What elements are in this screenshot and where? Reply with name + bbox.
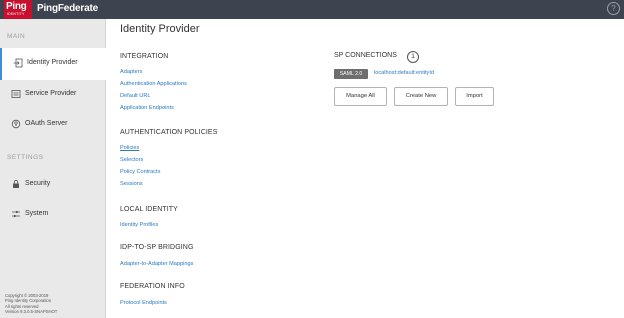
sidebar-item-label: System <box>25 210 49 217</box>
import-button[interactable]: Import <box>455 87 494 106</box>
link-adapters[interactable]: Adapters <box>120 69 142 75</box>
link-default-url[interactable]: Default URL <box>120 93 150 99</box>
link-policy-contracts[interactable]: Policy Contracts <box>120 169 160 175</box>
help-icon[interactable]: ? <box>607 2 620 15</box>
protocol-badge: SAML 2.0 <box>334 69 368 79</box>
sidebar-section-settings: SETTINGS <box>7 154 44 161</box>
logo-sub-text: IDENTITY <box>7 12 25 16</box>
sp-connections-count-badge: 1 <box>407 51 419 63</box>
manage-all-button[interactable]: Manage All <box>334 87 387 106</box>
link-identity-profiles[interactable]: Identity Profiles <box>120 222 158 228</box>
create-new-button[interactable]: Create New <box>394 87 448 106</box>
sliders-icon <box>12 211 20 217</box>
product-name: PingFederate <box>37 3 98 14</box>
copyright-notice: Copyright © 2003-2019 Ping Identity Corp… <box>5 293 57 314</box>
sidebar-item-oauth-server[interactable]: OAuth Server <box>0 110 105 138</box>
identity-provider-icon <box>13 58 23 68</box>
sidebar-item-label: OAuth Server <box>25 120 68 127</box>
main-content: Identity Provider INTEGRATION Adapters A… <box>106 19 624 318</box>
sidebar-section-main: MAIN <box>7 33 26 40</box>
sidebar-item-system[interactable]: System <box>0 200 105 228</box>
page-title: Identity Provider <box>120 23 200 35</box>
section-heading-authentication-policies: AUTHENTICATION POLICIES <box>120 129 218 136</box>
top-bar: Ping IDENTITY PingFederate ? <box>0 0 624 19</box>
sidebar-item-label: Security <box>25 180 51 187</box>
section-heading-integration: INTEGRATION <box>120 53 169 60</box>
sidebar: MAIN Identity Provider Service Provider … <box>0 19 106 318</box>
oauth-icon <box>11 119 21 129</box>
sidebar-item-identity-provider[interactable]: Identity Provider <box>0 48 106 80</box>
sidebar-item-label: Service Provider <box>25 90 77 97</box>
link-selectors[interactable]: Selectors <box>120 157 143 163</box>
sp-connection-entity-link[interactable]: localhost:default:entityId <box>374 70 434 76</box>
version-line: Version 9.3.0.5-SNAPSHOT <box>5 308 58 314</box>
link-sessions[interactable]: Sessions <box>120 181 143 187</box>
app-window: Ping IDENTITY PingFederate ? MAIN Identi… <box>0 0 624 318</box>
link-protocol-endpoints[interactable]: Protocol Endpoints <box>120 300 167 306</box>
link-policies[interactable]: Policies <box>120 145 139 151</box>
logo-main-text: Ping <box>6 1 27 12</box>
section-heading-federation-info: FEDERATION INFO <box>120 283 185 290</box>
lock-icon <box>13 179 19 188</box>
ping-logo[interactable]: Ping IDENTITY <box>4 0 32 19</box>
sidebar-item-security[interactable]: Security <box>0 170 105 198</box>
sidebar-item-service-provider[interactable]: Service Provider <box>0 80 105 108</box>
service-provider-icon <box>11 90 21 98</box>
link-adapter-to-adapter-mappings[interactable]: Adapter-to-Adapter Mappings <box>120 261 193 267</box>
sp-connections-title: SP CONNECTIONS <box>334 52 397 59</box>
copyright-line: Ping Identity Corporation <box>5 298 52 304</box>
section-heading-local-identity: LOCAL IDENTITY <box>120 206 178 213</box>
link-application-endpoints[interactable]: Application Endpoints <box>120 105 174 111</box>
link-authentication-applications[interactable]: Authentication Applications <box>120 81 187 87</box>
section-heading-idp-to-sp-bridging: IDP-TO-SP BRIDGING <box>120 244 194 251</box>
sidebar-item-label: Identity Provider <box>27 59 78 66</box>
